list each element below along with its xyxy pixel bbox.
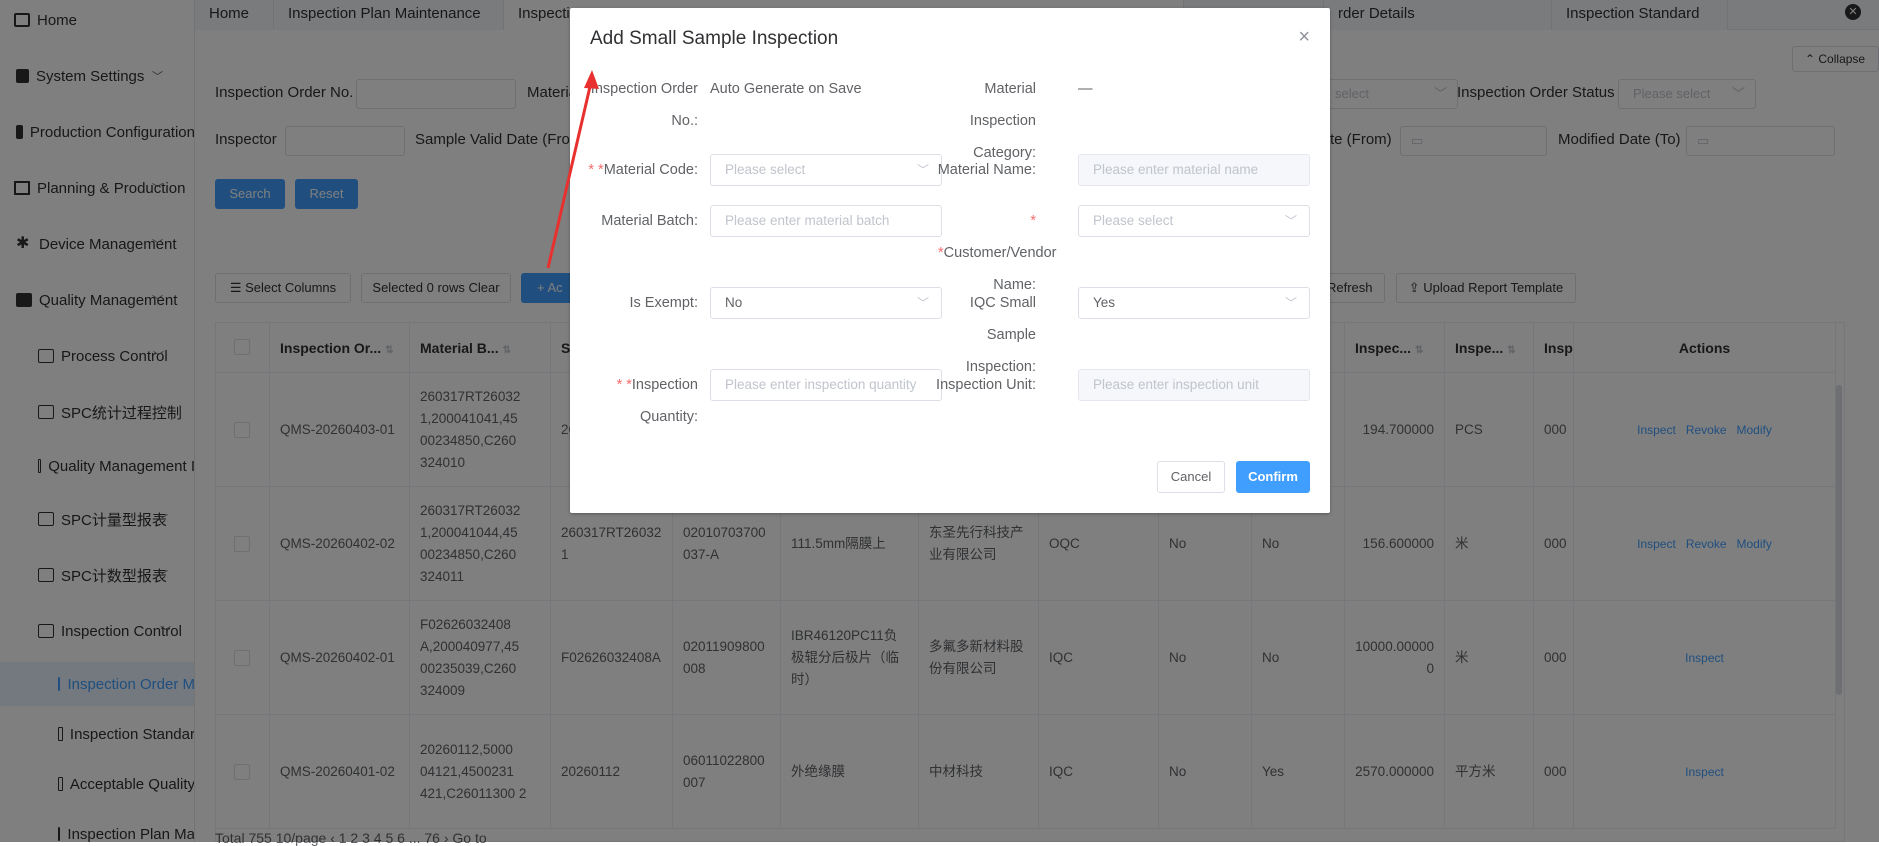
inspection-unit-input[interactable]: Please enter inspection unit (1078, 369, 1310, 401)
add-small-sample-dialog: Add Small Sample Inspection × Inspection… (570, 8, 1330, 513)
material-name-label: Material Name: (937, 162, 1036, 178)
select-value: Yes (1093, 295, 1116, 310)
material-name-input[interactable]: Please enter material name (1078, 154, 1310, 186)
select-placeholder: Please select (1093, 213, 1174, 228)
material-code-label-text: Material Code: (603, 162, 698, 178)
select-placeholder: Please select (725, 162, 806, 177)
inspection-quantity-label-text: Inspection Quantity: (631, 377, 698, 425)
confirm-button[interactable]: Confirm (1236, 461, 1310, 493)
material-batch-label: Material Batch: (601, 213, 698, 229)
chevron-down-icon: ﹀ (1284, 214, 1297, 228)
customer-vendor-label-text: Customer/Vendor Name: (943, 245, 1057, 293)
iqc-small-sample-select[interactable]: Yes ﹀ (1078, 287, 1310, 319)
order-no-value: Auto Generate on Save (710, 81, 862, 97)
material-batch-input[interactable]: Please enter material batch (710, 205, 942, 237)
order-no-label: Inspection Order No.: (590, 81, 698, 129)
chevron-down-icon: ﹀ (916, 296, 929, 310)
inspection-unit-label: Inspection Unit: (936, 377, 1036, 393)
material-category-value: — (1078, 81, 1093, 97)
required-mark: * * (616, 377, 632, 393)
material-code-label: * *Material Code: (570, 154, 698, 186)
required-mark: * * (588, 162, 604, 178)
is-exempt-select[interactable]: No ﹀ (710, 287, 942, 319)
select-value: No (725, 295, 743, 310)
chevron-down-icon: ﹀ (1284, 296, 1297, 310)
dialog-title: Add Small Sample Inspection (590, 28, 839, 49)
inspection-quantity-label: * *Inspection Quantity: (570, 369, 698, 433)
cancel-button[interactable]: Cancel (1157, 461, 1225, 493)
close-icon[interactable]: × (1298, 26, 1310, 49)
customer-vendor-select[interactable]: Please select ﹀ (1078, 205, 1310, 237)
is-exempt-label: Is Exempt: (629, 295, 699, 311)
